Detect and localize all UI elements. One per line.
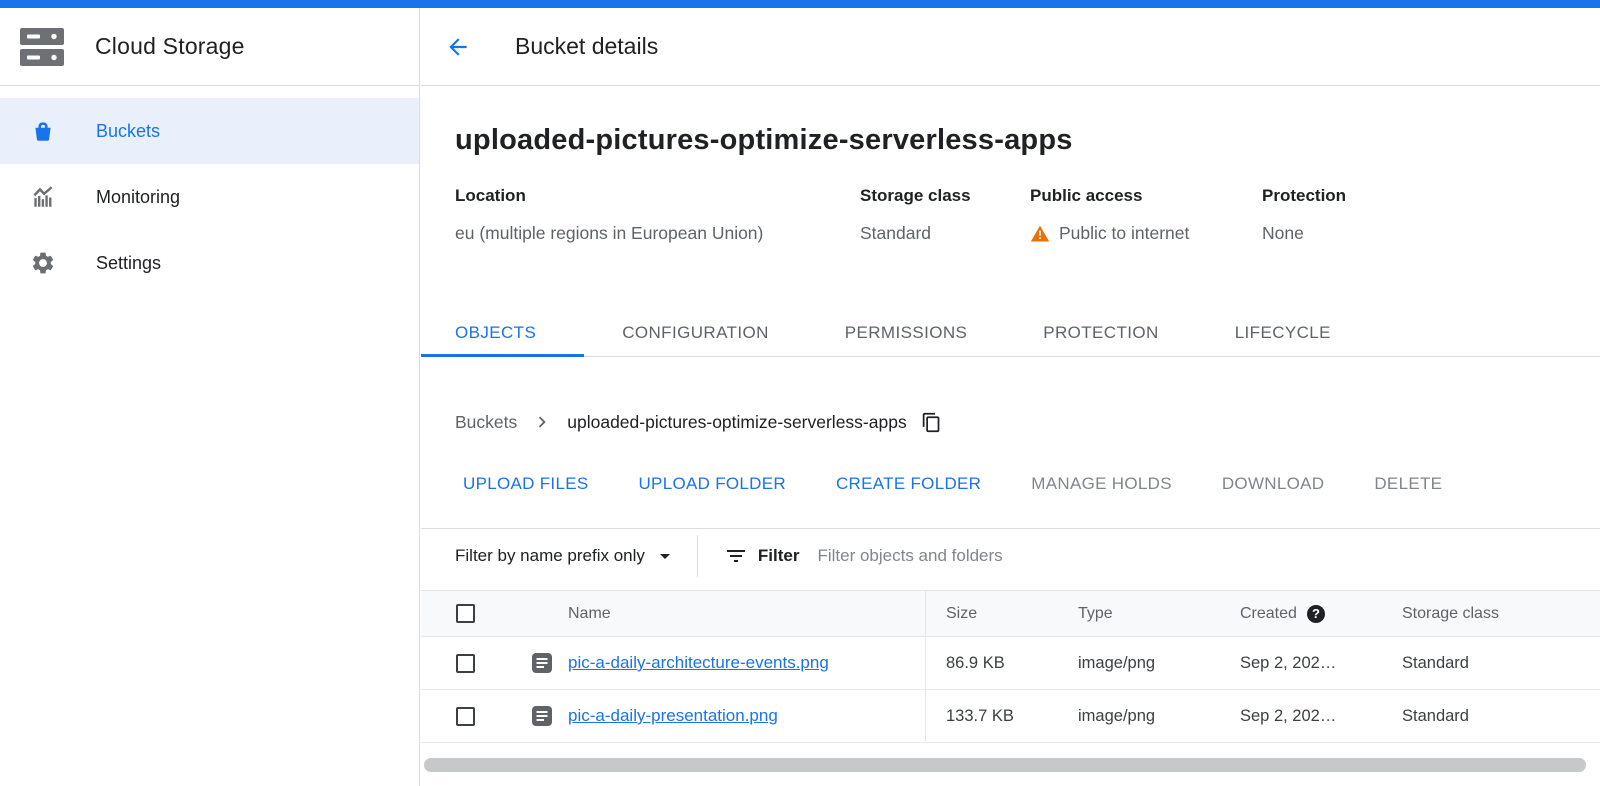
bucket-meta: Location eu (multiple regions in Europea… bbox=[455, 186, 1346, 244]
table-header-row: Name Size Type Created ? Storage class bbox=[421, 590, 1600, 637]
horizontal-scrollbar bbox=[424, 758, 1586, 772]
filter-scope-label: Filter by name prefix only bbox=[455, 546, 645, 566]
manage-holds-button[interactable]: MANAGE HOLDS bbox=[1031, 474, 1172, 494]
meta-value: None bbox=[1262, 223, 1346, 244]
product-title: Cloud Storage bbox=[95, 33, 245, 60]
object-type: image/png bbox=[1058, 690, 1220, 742]
meta-label: Storage class bbox=[860, 186, 1030, 206]
bucket-details-page: Cloud Storage Buckets bbox=[0, 0, 1600, 786]
tab-configuration[interactable]: CONFIGURATION bbox=[584, 310, 807, 356]
breadcrumb-current: uploaded-pictures-optimize-serverless-ap… bbox=[567, 412, 906, 433]
upload-folder-button[interactable]: UPLOAD FOLDER bbox=[638, 474, 786, 494]
tab-protection[interactable]: PROTECTION bbox=[1005, 310, 1196, 356]
meta-value: Public to internet bbox=[1030, 223, 1262, 244]
column-header-type: Type bbox=[1058, 591, 1220, 636]
delete-button[interactable]: DELETE bbox=[1374, 474, 1442, 494]
sidebar-nav: Buckets Monitoring bbox=[0, 98, 419, 296]
top-accent-bar bbox=[0, 0, 1600, 8]
meta-label: Protection bbox=[1262, 186, 1346, 206]
warning-triangle-icon bbox=[1030, 224, 1050, 244]
help-icon[interactable]: ? bbox=[1307, 605, 1325, 623]
breadcrumb: Buckets uploaded-pictures-optimize-serve… bbox=[455, 400, 942, 444]
sidebar-item-monitoring[interactable]: Monitoring bbox=[0, 164, 419, 230]
filter-scope-dropdown[interactable]: Filter by name prefix only bbox=[455, 544, 677, 568]
bucket-details-content: uploaded-pictures-optimize-serverless-ap… bbox=[421, 86, 1600, 786]
object-size: 86.9 KB bbox=[925, 637, 1058, 689]
cloud-storage-logo-icon bbox=[18, 25, 66, 69]
filter-bar: Filter by name prefix only Filter bbox=[421, 528, 1600, 582]
object-link[interactable]: pic-a-daily-presentation.png bbox=[568, 706, 778, 726]
filter-objects-input[interactable] bbox=[817, 546, 1237, 566]
arrow-drop-down-icon bbox=[653, 544, 677, 568]
sidebar-item-buckets[interactable]: Buckets bbox=[0, 98, 419, 164]
column-header-size: Size bbox=[925, 591, 1058, 636]
back-arrow-icon[interactable] bbox=[445, 34, 471, 60]
tab-bar: OBJECTS CONFIGURATION PERMISSIONS PROTEC… bbox=[421, 310, 1600, 357]
table-row: pic-a-daily-presentation.png 133.7 KB im… bbox=[421, 690, 1600, 743]
sidebar-item-settings[interactable]: Settings bbox=[0, 230, 419, 296]
object-created: Sep 2, 202… bbox=[1220, 637, 1382, 689]
sidebar-item-label: Settings bbox=[96, 253, 161, 274]
copy-icon[interactable] bbox=[921, 412, 942, 433]
object-storage-class: Standard bbox=[1382, 690, 1600, 742]
object-file-icon bbox=[532, 706, 552, 726]
vertical-divider bbox=[697, 535, 698, 577]
object-actions-toolbar: UPLOAD FILES UPLOAD FOLDER CREATE FOLDER… bbox=[463, 462, 1442, 506]
meta-protection: Protection None bbox=[1262, 186, 1346, 244]
meta-location: Location eu (multiple regions in Europea… bbox=[455, 186, 860, 244]
object-storage-class: Standard bbox=[1382, 637, 1600, 689]
scrollbar-thumb[interactable] bbox=[424, 758, 1586, 772]
column-header-created: Created ? bbox=[1220, 591, 1382, 636]
download-button[interactable]: DOWNLOAD bbox=[1222, 474, 1325, 494]
sidebar-item-label: Monitoring bbox=[96, 187, 180, 208]
column-header-name: Name bbox=[511, 591, 925, 636]
bucket-icon bbox=[30, 118, 56, 144]
filter-label: Filter bbox=[758, 546, 800, 566]
column-header-storage-class: Storage class bbox=[1382, 591, 1600, 636]
create-folder-button[interactable]: CREATE FOLDER bbox=[836, 474, 981, 494]
meta-value: Standard bbox=[860, 223, 1030, 244]
public-access-value: Public to internet bbox=[1059, 223, 1189, 244]
breadcrumb-buckets-link[interactable]: Buckets bbox=[455, 412, 517, 433]
upload-files-button[interactable]: UPLOAD FILES bbox=[463, 474, 588, 494]
select-all-checkbox[interactable] bbox=[456, 604, 475, 623]
meta-label: Location bbox=[455, 186, 860, 206]
page-header: Bucket details bbox=[421, 8, 1600, 86]
main-area: Bucket details uploaded-pictures-optimiz… bbox=[421, 8, 1600, 786]
objects-table: Name Size Type Created ? Storage class bbox=[421, 590, 1600, 743]
bucket-name: uploaded-pictures-optimize-serverless-ap… bbox=[455, 124, 1073, 157]
tab-lifecycle[interactable]: LIFECYCLE bbox=[1197, 310, 1369, 356]
sidebar: Cloud Storage Buckets bbox=[0, 8, 420, 786]
tab-permissions[interactable]: PERMISSIONS bbox=[807, 310, 1005, 356]
created-header-label: Created bbox=[1240, 605, 1297, 623]
object-link[interactable]: pic-a-daily-architecture-events.png bbox=[568, 653, 829, 673]
sidebar-item-label: Buckets bbox=[96, 121, 160, 142]
meta-public-access: Public access Public to internet bbox=[1030, 186, 1262, 244]
settings-gear-icon bbox=[30, 250, 56, 276]
object-size: 133.7 KB bbox=[925, 690, 1058, 742]
meta-label: Public access bbox=[1030, 186, 1262, 206]
row-checkbox[interactable] bbox=[456, 654, 475, 673]
row-checkbox[interactable] bbox=[456, 707, 475, 726]
object-created: Sep 2, 202… bbox=[1220, 690, 1382, 742]
product-header: Cloud Storage bbox=[0, 8, 419, 86]
monitoring-icon bbox=[30, 184, 56, 210]
chevron-right-icon bbox=[531, 411, 553, 433]
table-row: pic-a-daily-architecture-events.png 86.9… bbox=[421, 637, 1600, 690]
meta-value: eu (multiple regions in European Union) bbox=[455, 223, 860, 244]
page-title: Bucket details bbox=[515, 33, 658, 60]
filter-list-icon bbox=[724, 544, 748, 568]
meta-storage-class: Storage class Standard bbox=[860, 186, 1030, 244]
tab-objects[interactable]: OBJECTS bbox=[421, 310, 584, 356]
object-type: image/png bbox=[1058, 637, 1220, 689]
object-file-icon bbox=[532, 653, 552, 673]
